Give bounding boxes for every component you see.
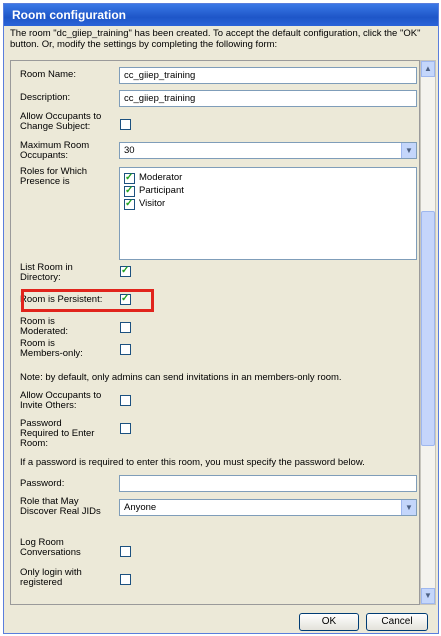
roles-list[interactable]: Moderator Participant Visitor	[119, 167, 417, 260]
role-label: Visitor	[139, 198, 166, 209]
members-only-label: Room is Members-only:	[20, 338, 83, 359]
chevron-down-icon[interactable]: ▼	[401, 143, 416, 158]
password-note: If a password is required to enter this …	[20, 457, 365, 468]
button-bar: OK Cancel	[4, 609, 438, 633]
allow-change-subject-label: Allow Occupants to Change Subject:	[20, 111, 102, 132]
description-label: Description:	[20, 92, 71, 103]
login-registered-label: Only login with registered	[20, 567, 82, 588]
persistent-highlight-box	[21, 289, 154, 312]
scrollbar-thumb[interactable]	[421, 211, 435, 446]
max-occupants-label: Maximum Room Occupants:	[20, 140, 90, 161]
discover-jids-label: Role that May Discover Real JIDs	[20, 496, 101, 517]
allow-change-subject-checkbox[interactable]	[120, 119, 131, 130]
list-in-directory-checkbox[interactable]	[120, 265, 131, 277]
members-only-checkbox[interactable]	[120, 344, 131, 355]
discover-jids-value: Anyone	[124, 502, 157, 513]
room-configuration-window: Room configuration The room "dc_giiep_tr…	[3, 3, 439, 634]
room-name-input[interactable]: cc_giiep_training	[119, 67, 417, 84]
list-item[interactable]: Participant	[124, 185, 184, 197]
moderated-checkbox[interactable]	[120, 322, 131, 333]
list-in-directory-label: List Room in Directory:	[20, 262, 73, 283]
role-checkbox-moderator[interactable]	[124, 172, 135, 184]
cancel-button[interactable]: Cancel	[366, 613, 428, 631]
arrow-down-icon[interactable]: ▼	[421, 588, 435, 604]
password-label: Password:	[20, 478, 65, 489]
role-label: Moderator	[139, 172, 183, 183]
description-input[interactable]: cc_giiep_training	[119, 90, 417, 107]
list-item[interactable]: Moderator	[124, 172, 183, 184]
password-required-checkbox[interactable]	[120, 423, 131, 434]
window-title: Room configuration	[4, 4, 438, 26]
arrow-up-icon[interactable]: ▲	[421, 61, 435, 77]
log-conversations-label: Log Room Conversations	[20, 537, 81, 558]
role-label: Participant	[139, 185, 184, 196]
max-occupants-select[interactable]: 30 ▼	[119, 142, 417, 159]
role-checkbox-participant[interactable]	[124, 185, 135, 197]
vertical-scrollbar[interactable]: ▲ ▼	[420, 60, 436, 605]
discover-jids-select[interactable]: Anyone ▼	[119, 499, 417, 516]
role-checkbox-visitor[interactable]	[124, 198, 135, 210]
log-conversations-checkbox[interactable]	[120, 546, 131, 557]
password-input[interactable]	[119, 475, 417, 492]
allow-invite-label: Allow Occupants to Invite Others:	[20, 390, 102, 411]
password-required-label: Password Required to Enter Room:	[20, 418, 95, 449]
members-note: Note: by default, only admins can send i…	[20, 372, 342, 383]
config-form: Room Name: cc_giiep_training Description…	[10, 60, 420, 605]
allow-invite-checkbox[interactable]	[120, 395, 131, 406]
room-name-label: Room Name:	[20, 69, 76, 80]
roles-label: Roles for Which Presence is	[20, 166, 88, 187]
max-occupants-value: 30	[124, 145, 135, 156]
chevron-down-icon[interactable]: ▼	[401, 500, 416, 515]
intro-text: The room "dc_giiep_training" has been cr…	[10, 28, 421, 50]
ok-button[interactable]: OK	[299, 613, 359, 631]
login-registered-checkbox[interactable]	[120, 574, 131, 585]
list-item[interactable]: Visitor	[124, 198, 166, 210]
moderated-label: Room is Moderated:	[20, 316, 69, 337]
